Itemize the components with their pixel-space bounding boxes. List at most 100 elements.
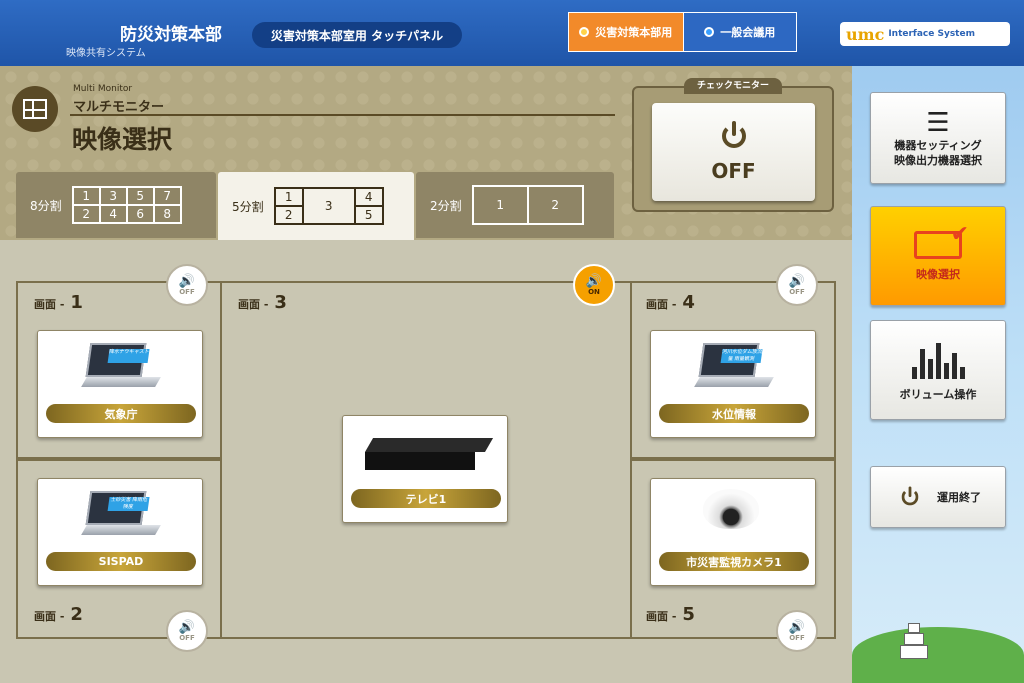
grid-cell: 2 bbox=[72, 205, 100, 223]
grid-cell: 3 bbox=[99, 187, 127, 205]
landscape-illustration bbox=[852, 627, 1024, 683]
layout-grid-5: 1 3 4 2 5 bbox=[273, 187, 384, 225]
source-label: SISPAD bbox=[46, 552, 196, 571]
app-subtitle: 映像共有システム bbox=[66, 48, 146, 59]
tab-label: 8分割 bbox=[30, 198, 62, 213]
speaker-toggle-5[interactable]: 🔊 OFF bbox=[776, 610, 818, 652]
check-monitor-status: OFF bbox=[711, 159, 756, 183]
screen-label-4: 画面 -4 bbox=[646, 292, 695, 313]
grid-cell: 7 bbox=[153, 187, 181, 205]
power-icon bbox=[900, 486, 921, 508]
grid-cell: 4 bbox=[99, 205, 127, 223]
source-button-4[interactable]: 河川水位ダム放流量 雨量観測 水位情報 bbox=[650, 330, 816, 438]
layout-grid-8: 1 3 5 7 2 4 6 8 bbox=[71, 186, 182, 224]
screen-thumb-text: 降水ナウキャスト bbox=[107, 349, 150, 363]
source-button-3[interactable]: テレビ1 bbox=[342, 415, 508, 523]
speaker-icon: 🔊 bbox=[178, 619, 196, 635]
panel-label: 災害対策本部室用 タッチパネル bbox=[252, 22, 462, 48]
speaker-icon: 🔊 bbox=[585, 273, 603, 289]
grid-cell: 4 bbox=[354, 188, 383, 206]
speaker-toggle-3[interactable]: 🔊 ON bbox=[573, 264, 615, 306]
brand-logo: umc Interface System bbox=[840, 22, 1010, 46]
multi-monitor-icon bbox=[12, 86, 58, 132]
tab-label: 2分割 bbox=[430, 198, 462, 213]
tab-split-8[interactable]: 8分割 1 3 5 7 2 4 6 8 bbox=[16, 172, 216, 238]
grid-cell: 2 bbox=[527, 186, 583, 224]
grid-cell: 5 bbox=[126, 187, 154, 205]
sidebar-item-label: 運用終了 bbox=[937, 490, 981, 504]
app-title: 防災対策本部 bbox=[120, 25, 222, 45]
audio-state: OFF bbox=[789, 287, 805, 296]
mode-disaster-button[interactable]: 災害対策本部用 bbox=[569, 13, 683, 51]
grid-cell: 2 bbox=[274, 206, 303, 224]
sidebar-item-label: 映像選択 bbox=[916, 267, 960, 281]
grid-cell: 6 bbox=[126, 205, 154, 223]
screen-label-2: 画面 -2 bbox=[34, 604, 83, 625]
screen-label-3: 画面 -3 bbox=[238, 292, 287, 313]
screen-thumb-text: 河川水位ダム放流量 雨量観測 bbox=[720, 349, 763, 363]
tab-split-2[interactable]: 2分割 1 2 bbox=[416, 172, 614, 238]
source-button-1[interactable]: 降水ナウキャスト 気象庁 bbox=[37, 330, 203, 438]
check-monitor-label: チェックモニター bbox=[684, 78, 782, 94]
mode-switch: 災害対策本部用 一般会議用 bbox=[568, 12, 797, 52]
audio-state: ON bbox=[588, 287, 600, 296]
layout-grid-2: 1 2 bbox=[471, 185, 584, 225]
audio-state: OFF bbox=[179, 287, 195, 296]
grid-cell: 1 bbox=[274, 188, 303, 206]
sidebar-item-label: ボリューム操作 bbox=[899, 387, 977, 401]
speaker-toggle-1[interactable]: 🔊 OFF bbox=[166, 264, 208, 306]
laptop-icon: 降水ナウキャスト bbox=[81, 343, 161, 387]
brand-text: Interface System bbox=[888, 29, 975, 39]
section-jp: マルチモニター bbox=[73, 100, 165, 115]
sidebar-item-video-select[interactable]: ✔ 映像選択 bbox=[870, 206, 1006, 306]
tab-label: 5分割 bbox=[232, 199, 264, 214]
source-label: 気象庁 bbox=[46, 404, 196, 423]
section-en: Multi Monitor bbox=[73, 84, 133, 94]
sidebar-item-shutdown[interactable]: 運用終了 bbox=[870, 466, 1006, 528]
monitor-check-icon: ✔ bbox=[914, 223, 969, 259]
laptop-icon: 土砂災害 降雨危険度 bbox=[81, 491, 161, 535]
settings-list-icon: ☰ bbox=[926, 108, 950, 138]
mode-general-button[interactable]: 一般会議用 bbox=[682, 13, 796, 51]
mode-label: 災害対策本部用 bbox=[595, 26, 673, 39]
grid-cell: 3 bbox=[302, 188, 355, 224]
grid-cell: 1 bbox=[72, 187, 100, 205]
page-title: 映像選択 bbox=[72, 125, 173, 154]
power-icon bbox=[719, 121, 749, 151]
source-label: 市災害監視カメラ1 bbox=[659, 552, 809, 571]
sidebar-item-label: 機器セッティング 映像出力機器選択 bbox=[894, 139, 982, 167]
divider bbox=[70, 114, 615, 116]
castle-illustration bbox=[892, 621, 936, 661]
screen-thumb-text: 土砂災害 降雨危険度 bbox=[107, 497, 150, 511]
security-camera-icon bbox=[703, 489, 759, 537]
radio-icon bbox=[704, 27, 715, 37]
speaker-toggle-2[interactable]: 🔊 OFF bbox=[166, 610, 208, 652]
laptop-icon: 河川水位ダム放流量 雨量観測 bbox=[694, 343, 774, 387]
audio-state: OFF bbox=[789, 633, 805, 642]
screen-label-5: 画面 -5 bbox=[646, 604, 695, 625]
sidebar: ☰ 機器セッティング 映像出力機器選択 ✔ 映像選択 ボリューム操作 運用終了 bbox=[852, 66, 1024, 683]
volume-bars-icon bbox=[911, 339, 965, 379]
speaker-toggle-4[interactable]: 🔊 OFF bbox=[776, 264, 818, 306]
app-header: 防災対策本部 映像共有システム 災害対策本部室用 タッチパネル 災害対策本部用 … bbox=[0, 0, 1024, 66]
source-button-2[interactable]: 土砂災害 降雨危険度 SISPAD bbox=[37, 478, 203, 586]
mode-label: 一般会議用 bbox=[720, 26, 776, 39]
sidebar-item-volume[interactable]: ボリューム操作 bbox=[870, 320, 1006, 420]
source-button-5[interactable]: 市災害監視カメラ1 bbox=[650, 478, 816, 586]
check-monitor-power-button[interactable]: OFF bbox=[652, 103, 815, 201]
tab-split-5[interactable]: 5分割 1 3 4 2 5 bbox=[218, 172, 414, 240]
speaker-icon: 🔊 bbox=[178, 273, 196, 289]
grid-cell: 5 bbox=[354, 206, 383, 224]
sidebar-item-device-settings[interactable]: ☰ 機器セッティング 映像出力機器選択 bbox=[870, 92, 1006, 184]
screen-label-1: 画面 -1 bbox=[34, 292, 83, 313]
speaker-icon: 🔊 bbox=[788, 273, 806, 289]
source-label: 水位情報 bbox=[659, 404, 809, 423]
speaker-icon: 🔊 bbox=[788, 619, 806, 635]
audio-state: OFF bbox=[179, 633, 195, 642]
radio-selected-icon bbox=[579, 27, 590, 37]
tv-tuner-icon bbox=[365, 438, 494, 472]
brand-mark: umc bbox=[846, 24, 885, 44]
source-label: テレビ1 bbox=[351, 489, 501, 508]
grid-cell: 1 bbox=[472, 186, 528, 224]
grid-cell: 8 bbox=[153, 205, 181, 223]
